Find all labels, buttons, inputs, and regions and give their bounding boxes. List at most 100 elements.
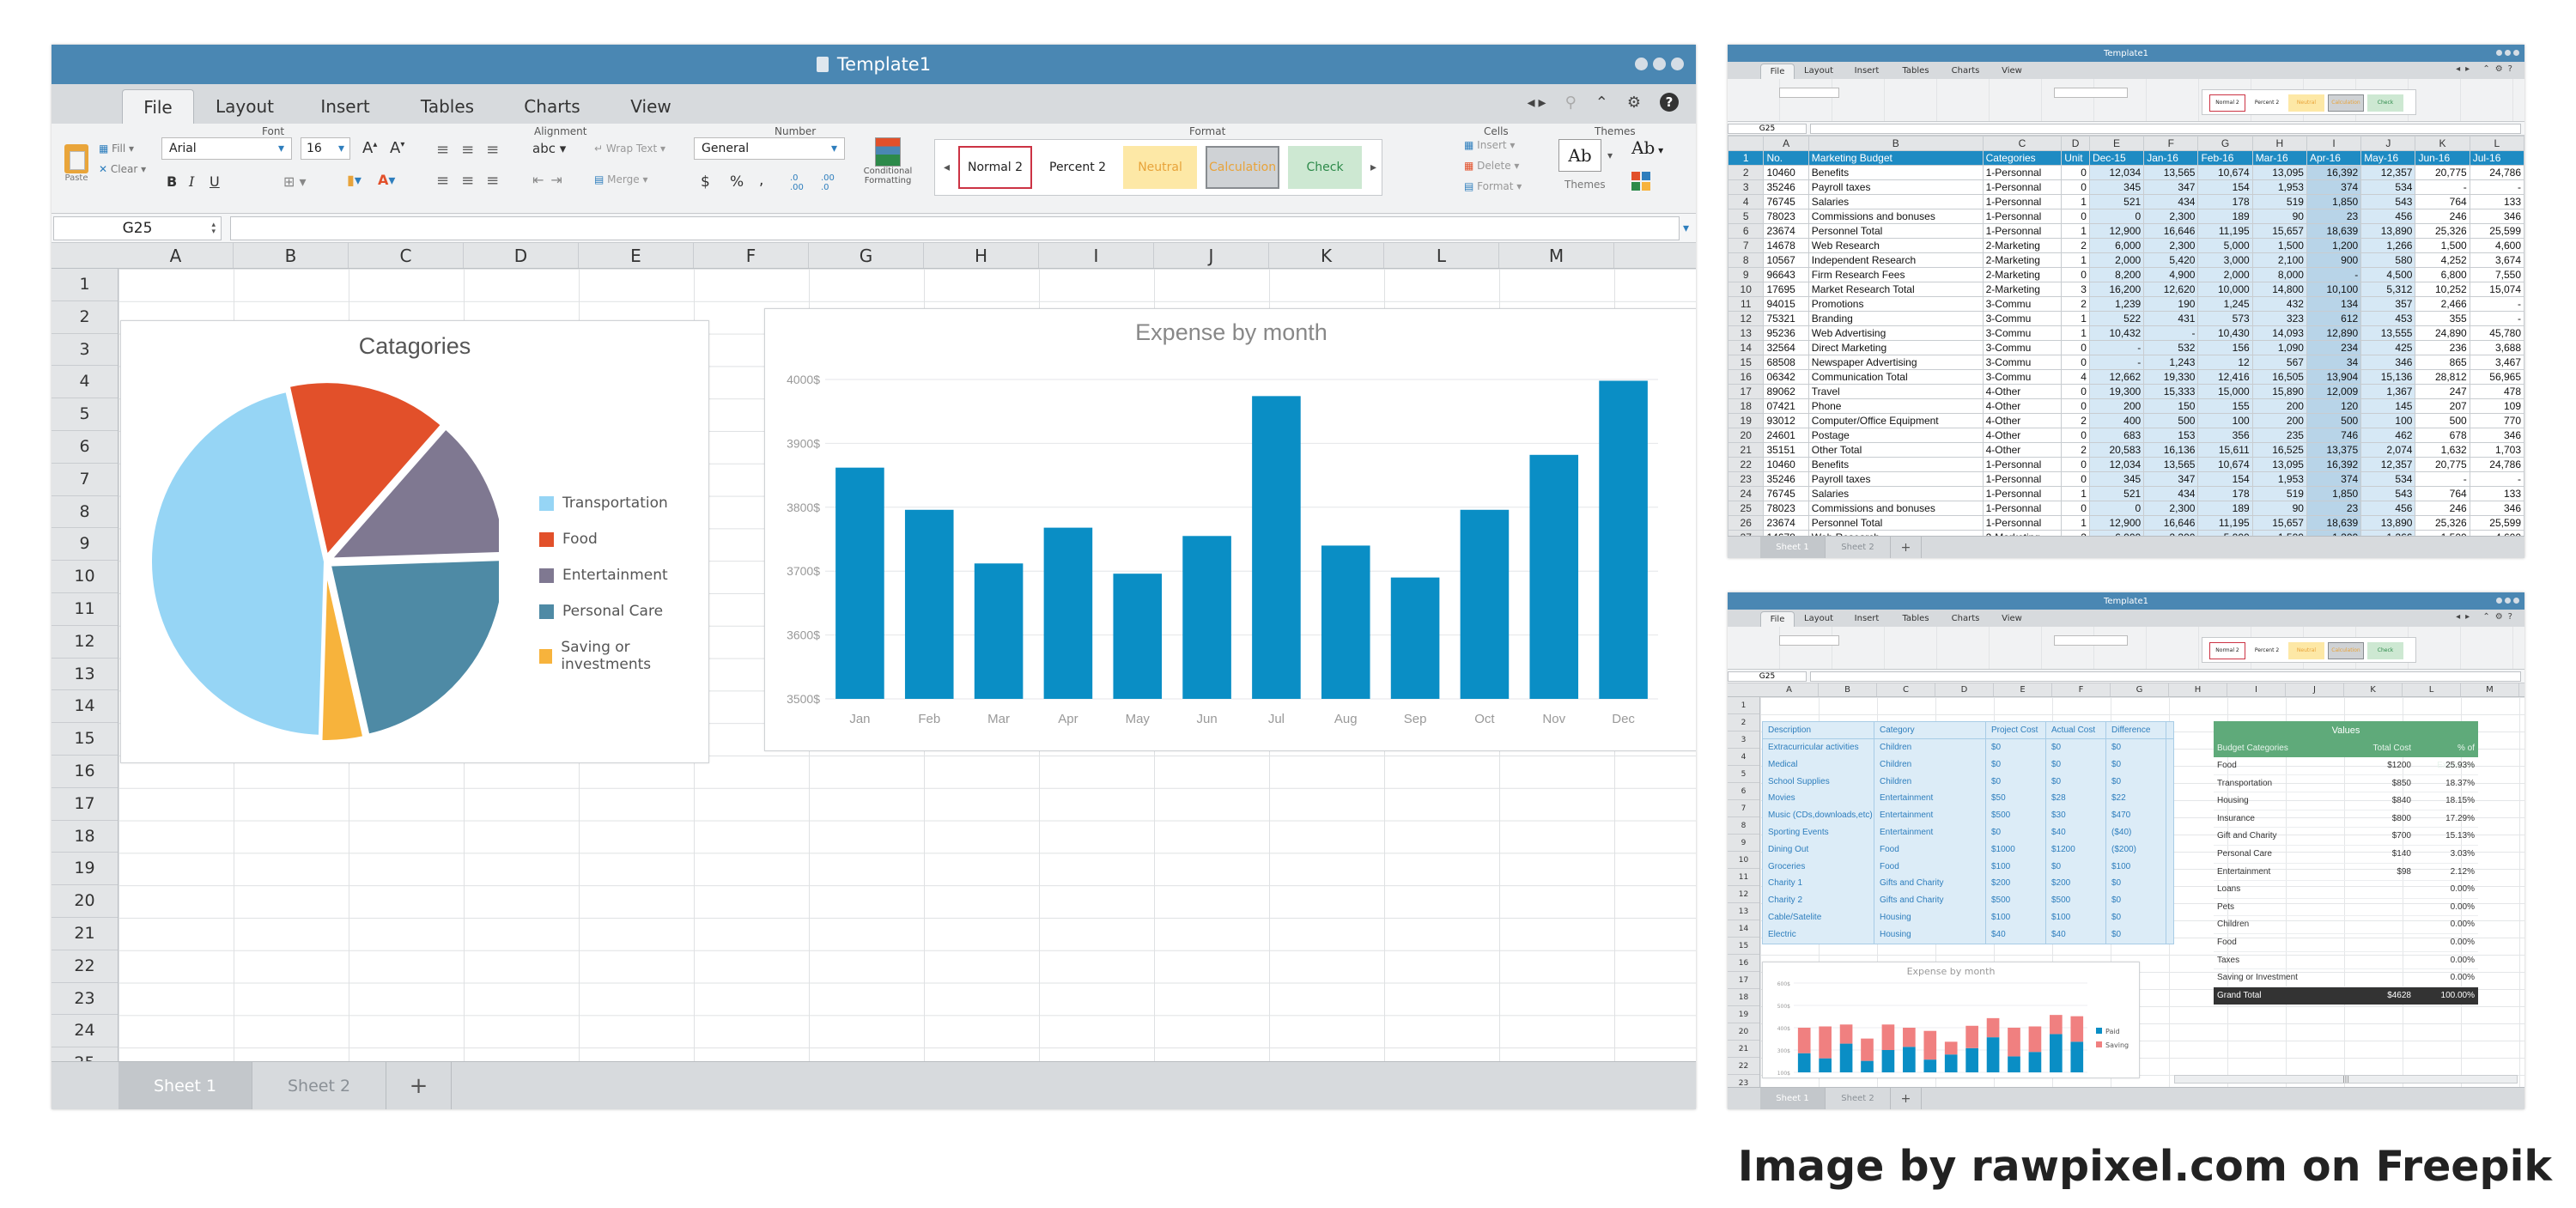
table-cell[interactable]: - bbox=[2469, 296, 2524, 312]
header-cell[interactable]: May-16 bbox=[2360, 150, 2416, 166]
table-cell[interactable]: 17695 bbox=[1763, 282, 1809, 297]
budget-cell[interactable]: Entertainment bbox=[1874, 807, 1986, 824]
row-header[interactable]: 2 bbox=[1728, 165, 1765, 180]
table-cell[interactable]: 5,000 bbox=[2197, 530, 2253, 536]
table-cell[interactable]: 12,034 bbox=[2088, 457, 2145, 472]
table-cell[interactable]: 25,326 bbox=[2415, 223, 2470, 239]
tab-file[interactable]: File bbox=[122, 89, 194, 124]
vertical-align-icons[interactable]: ≡≡≡ bbox=[436, 141, 511, 159]
table-cell[interactable]: 32564 bbox=[1763, 340, 1809, 355]
row-header[interactable]: 14 bbox=[52, 690, 118, 724]
table-cell[interactable]: 15,136 bbox=[2360, 369, 2416, 385]
column-header[interactable]: K bbox=[2415, 136, 2470, 151]
values-cell[interactable]: Pets bbox=[2214, 899, 2360, 916]
table-cell[interactable]: 2-Marketing bbox=[1982, 282, 2063, 297]
budget-cell[interactable]: $1000 bbox=[1986, 841, 2046, 859]
values-cell[interactable]: 0.00% bbox=[2415, 969, 2478, 986]
row-header[interactable]: 18 bbox=[1728, 398, 1765, 414]
budget-cell[interactable]: Children bbox=[1874, 773, 1986, 791]
table-cell[interactable]: 567 bbox=[2251, 355, 2307, 370]
row-header[interactable]: 22 bbox=[52, 950, 118, 983]
paste-button[interactable]: Paste bbox=[62, 141, 91, 183]
values-table[interactable]: Values Budget Categories Total Cost% of Ex… bbox=[2214, 721, 2478, 1005]
values-cell[interactable]: Saving or Investment bbox=[2214, 969, 2360, 986]
table-cell[interactable]: 0 bbox=[2061, 355, 2090, 370]
fill-button[interactable]: ▦ Fill ▾ bbox=[99, 143, 134, 155]
table-cell[interactable]: 6,800 bbox=[2415, 267, 2470, 282]
table-cell[interactable]: 10,100 bbox=[2306, 282, 2362, 297]
table-cell[interactable]: - bbox=[2088, 355, 2145, 370]
column-header[interactable]: K bbox=[2344, 683, 2403, 696]
table-cell[interactable]: 346 bbox=[2360, 355, 2416, 370]
values-header-cell[interactable]: Total Cost bbox=[2360, 740, 2415, 757]
budget-cell[interactable]: School Supplies bbox=[1763, 773, 1874, 791]
gallery-next-icon[interactable]: ▸ bbox=[1370, 161, 1376, 174]
table-cell[interactable]: 15,890 bbox=[2251, 384, 2307, 399]
table-cell[interactable]: 345 bbox=[2088, 471, 2145, 487]
table-cell[interactable]: 456 bbox=[2360, 501, 2416, 516]
table-cell[interactable]: - bbox=[2469, 311, 2524, 326]
cell-style-0[interactable]: Normal 2 bbox=[958, 146, 1033, 189]
tab-view[interactable]: View bbox=[1990, 611, 2033, 627]
cell-style-2[interactable]: Neutral bbox=[2288, 642, 2324, 659]
table-cell[interactable]: 519 bbox=[2251, 486, 2307, 501]
table-cell[interactable]: 12 bbox=[2197, 355, 2253, 370]
table-cell[interactable]: Commissions and bonuses bbox=[1807, 501, 1984, 516]
budget-cell[interactable]: Children bbox=[1874, 756, 1986, 774]
table-cell[interactable]: 355 bbox=[2415, 311, 2470, 326]
values-cell[interactable]: $800 bbox=[2360, 810, 2415, 828]
table-cell[interactable]: Postage bbox=[1807, 428, 1984, 443]
table-cell[interactable]: 1-Personnal bbox=[1982, 209, 2063, 224]
row-header[interactable]: 8 bbox=[1728, 817, 1759, 835]
table-cell[interactable]: Salaries bbox=[1807, 194, 1984, 209]
table-cell[interactable]: 3,000 bbox=[2197, 252, 2253, 268]
column-header[interactable]: I bbox=[2227, 683, 2286, 696]
table-cell[interactable]: 150 bbox=[2143, 398, 2199, 414]
table-cell[interactable]: 1,850 bbox=[2306, 486, 2362, 501]
mini-bar-paid[interactable] bbox=[2050, 1034, 2063, 1072]
mini-bar-paid[interactable] bbox=[1797, 1053, 1811, 1072]
tab-layout[interactable]: Layout bbox=[1795, 611, 1843, 627]
row-header[interactable]: 16 bbox=[52, 756, 118, 788]
row-header[interactable]: 13 bbox=[1728, 903, 1759, 920]
table-cell[interactable]: 1,090 bbox=[2251, 340, 2307, 355]
cell-style-0[interactable]: Normal 2 bbox=[2209, 94, 2245, 112]
table-cell[interactable]: 5,000 bbox=[2197, 238, 2253, 253]
table-cell[interactable]: 5,312 bbox=[2360, 282, 2416, 297]
cell-style-0[interactable]: Normal 2 bbox=[2209, 642, 2245, 659]
add-sheet-button[interactable]: + bbox=[386, 1062, 452, 1109]
row-header[interactable]: 20 bbox=[1728, 428, 1765, 443]
table-cell[interactable]: 23674 bbox=[1763, 515, 1809, 531]
bar-oct[interactable] bbox=[1460, 509, 1510, 699]
values-cell[interactable]: Children bbox=[2214, 916, 2360, 933]
table-cell[interactable]: 16,646 bbox=[2143, 223, 2199, 239]
tab-tables[interactable]: Tables bbox=[395, 89, 500, 124]
table-cell[interactable]: 25,599 bbox=[2469, 515, 2524, 531]
row-header[interactable]: 2 bbox=[1728, 714, 1759, 731]
table-cell[interactable]: 0 bbox=[2061, 471, 2090, 487]
table-cell[interactable]: 6,000 bbox=[2088, 238, 2145, 253]
tab-view[interactable]: View bbox=[605, 89, 697, 124]
row-header[interactable]: 13 bbox=[52, 659, 118, 691]
table-cell[interactable]: 18,639 bbox=[2306, 515, 2362, 531]
header-cell[interactable]: Mar-16 bbox=[2251, 150, 2307, 166]
budget-cell[interactable]: Food bbox=[1874, 858, 1986, 876]
table-cell[interactable]: 16,646 bbox=[2143, 515, 2199, 531]
bar-apr[interactable] bbox=[1043, 527, 1093, 699]
budget-cell[interactable]: $500 bbox=[1986, 807, 2046, 824]
window-dot-icon[interactable] bbox=[2513, 598, 2519, 604]
row-header[interactable]: 5 bbox=[52, 398, 118, 431]
mini-bar-saving[interactable] bbox=[1986, 1017, 2000, 1038]
tab-tables[interactable]: Tables bbox=[1891, 611, 1941, 627]
window-controls[interactable] bbox=[1635, 58, 1684, 70]
table-cell[interactable]: 76745 bbox=[1763, 194, 1809, 209]
table-cell[interactable]: 8,200 bbox=[2088, 267, 2145, 282]
tab-file[interactable]: File bbox=[1760, 611, 1795, 627]
table-cell[interactable]: 770 bbox=[2469, 413, 2524, 428]
table-cell[interactable]: 12,900 bbox=[2088, 515, 2145, 531]
table-cell[interactable]: 12,620 bbox=[2143, 282, 2199, 297]
table-cell[interactable]: 2,100 bbox=[2251, 252, 2307, 268]
column-header[interactable]: I bbox=[2306, 136, 2362, 151]
budget-cell[interactable]: Music (CDs,downloads,etc) bbox=[1763, 807, 1874, 824]
table-cell[interactable]: 0 bbox=[2061, 501, 2090, 516]
